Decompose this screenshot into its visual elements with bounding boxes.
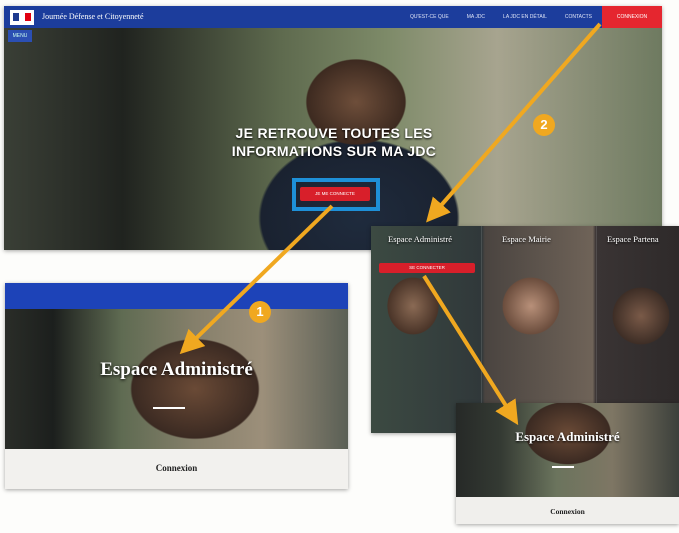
step-1-badge: 1 [249,301,271,323]
hero-heading: JE RETROUVE TOUTES LES INFORMATIONS SUR … [194,124,474,160]
site-title[interactable]: Journée Défense et Citoyenneté [42,12,144,21]
top-nav: QU'EST-CE QUE MA JDC LA JDC EN DÉTAIL CO… [410,14,592,20]
nav-item-qu-est-ce-que[interactable]: QU'EST-CE QUE [410,14,449,20]
nav-item-contacts[interactable]: CONTACTS [565,14,592,20]
homepage-screenshot: Journée Défense et Citoyenneté QU'EST-CE… [4,6,662,250]
espace-partenaire-heading[interactable]: Espace Partena [607,234,659,244]
menu-button[interactable]: MENU [8,30,32,42]
nav-item-jdc-en-detail[interactable]: LA JDC EN DÉTAIL [503,14,547,20]
espaces-screenshot: Espace Administré Espace Mairie Espace P… [371,226,679,433]
hero-line-1: JE RETROUVE TOUTES LES [235,125,433,141]
admin-page-screenshot: Espace Administré Connexion [5,283,348,489]
je-me-connecte-button[interactable]: JE ME CONNECTE [300,187,370,201]
column-divider [481,226,482,433]
header-connect-button[interactable]: CONNEXION [602,6,662,28]
espace-administre-heading[interactable]: Espace Administré [387,234,453,244]
title-underline [552,466,574,468]
espace-administre-connect-button[interactable]: SE CONNECTER [379,263,475,273]
flag-icon [13,13,31,21]
espaces-photo [371,226,679,433]
nav-item-ma-jdc[interactable]: MA JDC [467,14,485,20]
admin-page-title: Espace Administré [100,359,253,380]
admin-small-photo [456,403,679,497]
espace-mairie-heading[interactable]: Espace Mairie [502,234,551,244]
connexion-link[interactable]: Connexion [5,449,348,489]
title-underline [153,407,185,409]
connexion-link-small[interactable]: Connexion [456,497,679,524]
header-bar: Journée Défense et Citoyenneté QU'EST-CE… [4,6,662,28]
column-divider [596,226,597,433]
admin-page-small-screenshot: Espace Administré Connexion [456,403,679,524]
hero-line-2: INFORMATIONS SUR MA JDC [231,143,437,159]
admin-header-bar [5,283,348,309]
admin-small-title: Espace Administré [515,429,620,444]
republique-francaise-logo[interactable] [10,10,34,25]
step-2-badge: 2 [533,114,555,136]
